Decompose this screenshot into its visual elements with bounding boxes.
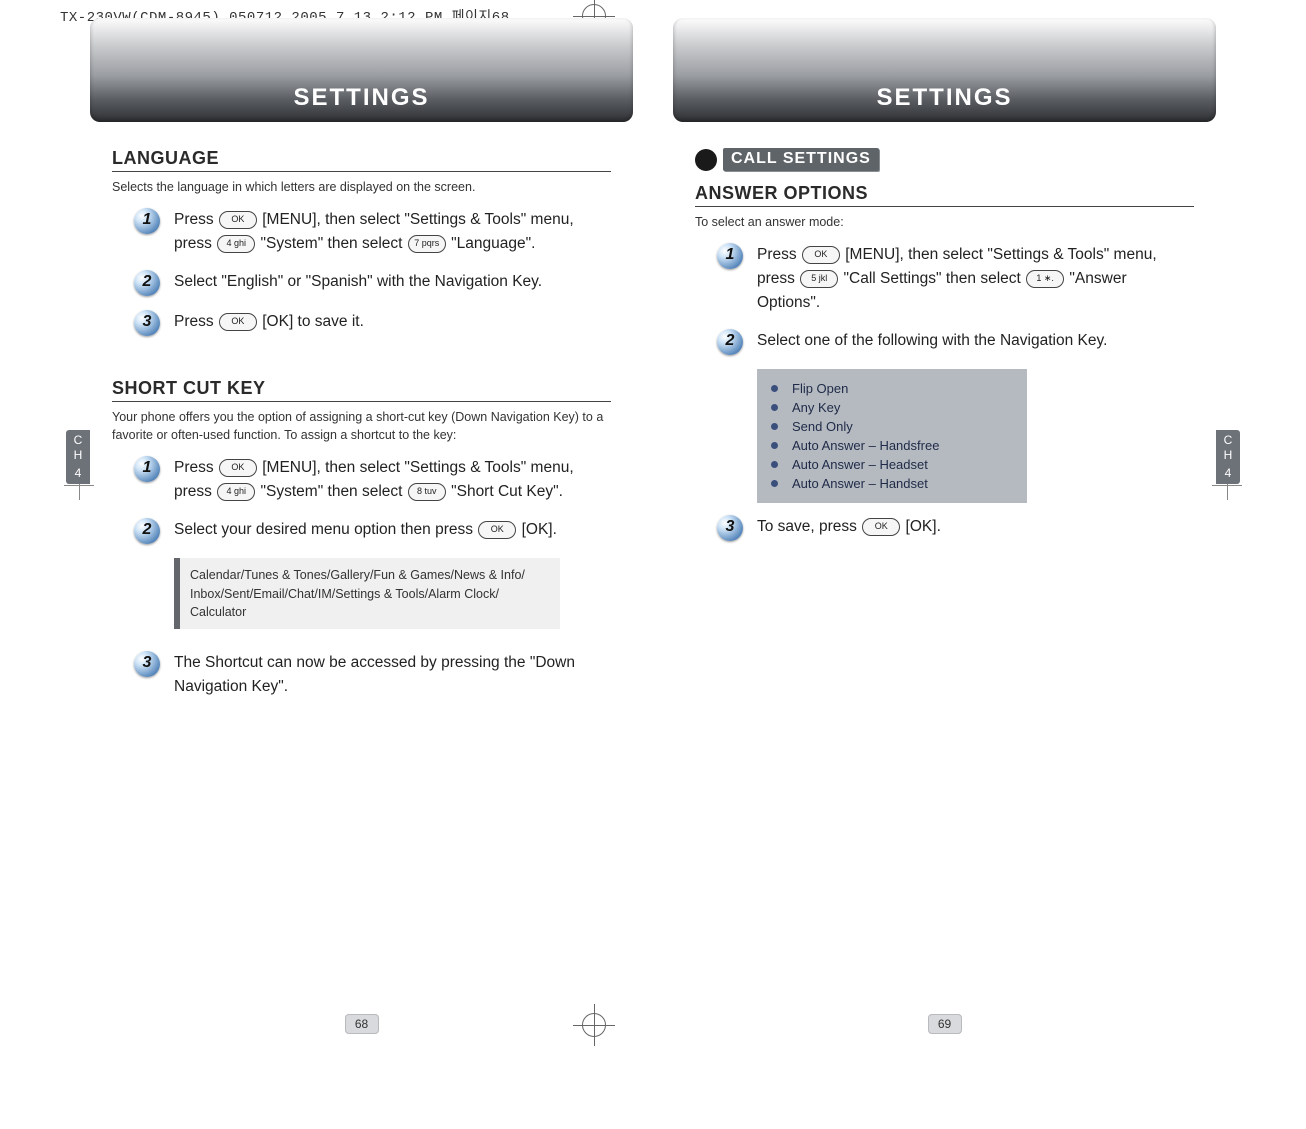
shortcut-step-2-text: Select your desired menu option then pre… <box>174 518 557 542</box>
chapter-tab-left: C H 4 <box>66 430 90 484</box>
bullet-icon <box>771 404 778 411</box>
banner-title-left: SETTINGS <box>293 84 429 112</box>
answer-step-3-text: To save, press OK [OK]. <box>757 515 941 539</box>
banner-right: SETTINGS <box>673 18 1216 122</box>
list-item: Auto Answer – Handsfree <box>757 436 1027 455</box>
four-key-icon: 4 ghi <box>217 235 255 253</box>
shortcut-options-note: Calendar/Tunes & Tones/Gallery/Fun & Gam… <box>174 558 560 628</box>
section-language-heading: LANGUAGE <box>112 148 611 172</box>
step-number-icon: 3 <box>134 310 160 336</box>
ok-key-icon: OK <box>478 521 516 539</box>
page-right: SETTINGS C H 4 CALL SETTINGS ANSWER OPTI… <box>673 18 1216 988</box>
section-shortcut-intro: Your phone offers you the option of assi… <box>112 408 611 444</box>
step-number-icon: 2 <box>717 329 743 355</box>
ok-key-icon: OK <box>219 211 257 229</box>
step-number-icon: 2 <box>134 518 160 544</box>
answer-step-1-text: Press OK [MENU], then select "Settings &… <box>757 243 1177 315</box>
lang-step-1-text: Press OK [MENU], then select "Settings &… <box>174 208 594 256</box>
one-key-icon: 1 ∗. <box>1026 270 1064 288</box>
bullet-icon <box>771 461 778 468</box>
bullet-icon <box>771 423 778 430</box>
body-right: CALL SETTINGS ANSWER OPTIONS To select a… <box>695 148 1194 555</box>
ok-key-icon: OK <box>219 459 257 477</box>
banner-left: SETTINGS <box>90 18 633 122</box>
call-settings-heading: CALL SETTINGS <box>695 148 879 171</box>
section-answer-heading: ANSWER OPTIONS <box>695 183 1194 207</box>
step-number-icon: 1 <box>134 456 160 482</box>
chapter-tab-num: 4 <box>1216 466 1240 480</box>
page-number-left: 68 <box>345 1014 379 1034</box>
answer-step-1: 1 Press OK [MENU], then select "Settings… <box>717 243 1194 315</box>
chapter-tab-ch: C H <box>1216 433 1240 462</box>
bullet-icon <box>771 480 778 487</box>
shortcut-step-1-text: Press OK [MENU], then select "Settings &… <box>174 456 594 504</box>
ok-key-icon: OK <box>862 518 900 536</box>
step-number-icon: 1 <box>717 243 743 269</box>
list-item: Any Key <box>757 398 1027 417</box>
ok-key-icon: OK <box>219 313 257 331</box>
body-left: LANGUAGE Selects the language in which l… <box>112 148 611 713</box>
chapter-tab-right: C H 4 <box>1216 430 1240 484</box>
shortcut-step-3: 3 The Shortcut can now be accessed by pr… <box>134 651 611 699</box>
chapter-tab-num: 4 <box>66 466 90 480</box>
seven-key-icon: 7 pqrs <box>408 235 446 253</box>
lang-step-2-text: Select "English" or "Spanish" with the N… <box>174 270 542 294</box>
chapter-tab-ch: C H <box>66 433 90 462</box>
lang-step-1: 1 Press OK [MENU], then select "Settings… <box>134 208 611 256</box>
shortcut-step-1: 1 Press OK [MENU], then select "Settings… <box>134 456 611 504</box>
step-number-icon: 2 <box>134 270 160 296</box>
section-shortcut-title: SHORT CUT KEY <box>112 378 266 398</box>
answer-options-list: Flip Open Any Key Send Only Auto Answer … <box>757 369 1027 503</box>
page-number-right: 69 <box>928 1014 962 1034</box>
lang-step-2: 2 Select "English" or "Spanish" with the… <box>134 270 611 296</box>
bullet-icon <box>695 149 717 171</box>
page-left: SETTINGS C H 4 LANGUAGE Selects the lang… <box>90 18 633 988</box>
eight-key-icon: 8 tuv <box>408 483 446 501</box>
bullet-icon <box>771 442 778 449</box>
answer-step-2: 2 Select one of the following with the N… <box>717 329 1194 355</box>
shortcut-step-3-text: The Shortcut can now be accessed by pres… <box>174 651 594 699</box>
list-item: Auto Answer – Handset <box>757 474 1027 493</box>
five-key-icon: 5 jkl <box>800 270 838 288</box>
list-item: Send Only <box>757 417 1027 436</box>
section-language-intro: Selects the language in which letters ar… <box>112 178 611 196</box>
banner-title-right: SETTINGS <box>876 84 1012 112</box>
section-answer-title: ANSWER OPTIONS <box>695 183 868 203</box>
page-spread: SETTINGS C H 4 LANGUAGE Selects the lang… <box>90 18 1216 988</box>
step-number-icon: 3 <box>134 651 160 677</box>
section-shortcut-heading: SHORT CUT KEY <box>112 378 611 402</box>
ok-key-icon: OK <box>802 246 840 264</box>
list-item: Auto Answer – Headset <box>757 455 1027 474</box>
section-answer-intro: To select an answer mode: <box>695 213 1194 231</box>
list-item: Flip Open <box>757 379 1027 398</box>
bullet-icon <box>771 385 778 392</box>
answer-step-3: 3 To save, press OK [OK]. <box>717 515 1194 541</box>
step-number-icon: 3 <box>717 515 743 541</box>
lang-step-3-text: Press OK [OK] to save it. <box>174 310 364 334</box>
four-key-icon: 4 ghi <box>217 483 255 501</box>
step-number-icon: 1 <box>134 208 160 234</box>
registration-mark-bottom <box>582 1013 606 1037</box>
shortcut-step-2: 2 Select your desired menu option then p… <box>134 518 611 544</box>
answer-step-2-text: Select one of the following with the Nav… <box>757 329 1107 353</box>
lang-step-3: 3 Press OK [OK] to save it. <box>134 310 611 336</box>
call-settings-label: CALL SETTINGS <box>723 148 879 171</box>
section-language-title: LANGUAGE <box>112 148 219 168</box>
